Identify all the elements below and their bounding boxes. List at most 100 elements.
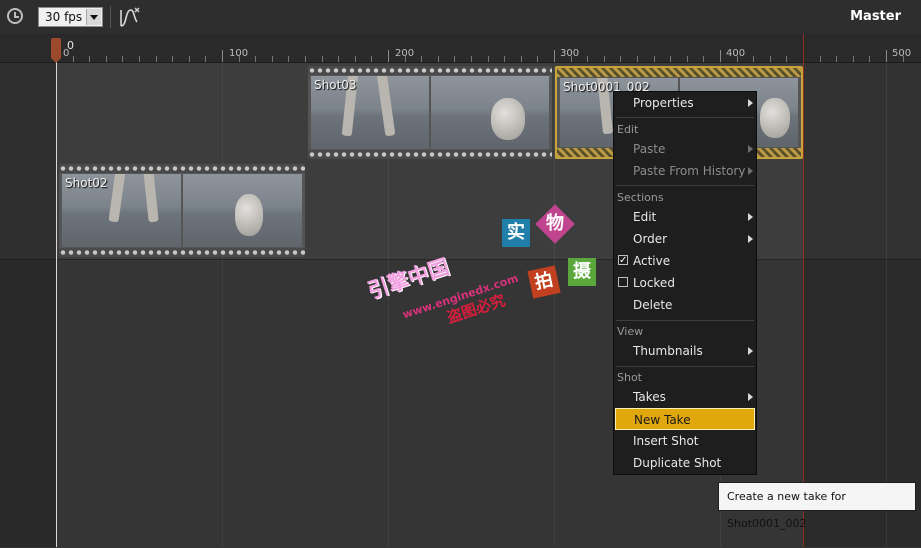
submenu-arrow-icon: [748, 235, 753, 243]
context-menu: Properties Edit Paste Paste From History…: [613, 91, 757, 475]
ruler-tick: [720, 50, 721, 62]
submenu-arrow-icon: [748, 347, 753, 355]
grid-line: [886, 63, 887, 547]
shot-section[interactable]: Shot02: [59, 164, 305, 257]
menu-item-active[interactable]: ✓ Active: [615, 250, 755, 272]
ruler-tick: [737, 56, 738, 62]
ruler-tick: [654, 56, 655, 62]
ruler-tick: [122, 56, 123, 62]
menu-item-properties[interactable]: Properties: [615, 92, 755, 114]
ruler-tick: [172, 56, 173, 62]
film-perforation: [59, 164, 305, 173]
ruler-tick: [504, 56, 505, 62]
watermark-char: 拍: [527, 265, 561, 299]
ruler-tick: [222, 50, 223, 62]
shot-thumbnail: [431, 76, 549, 149]
menu-section-header: Shot: [617, 371, 642, 384]
ruler-tick: [620, 56, 621, 62]
shot-section[interactable]: Shot03: [308, 66, 552, 159]
fps-dropdown[interactable]: 30 fps: [38, 7, 103, 27]
ruler-tick: [869, 56, 870, 62]
menu-item-edit[interactable]: Edit: [615, 206, 755, 228]
menu-separator: [616, 117, 754, 118]
grid-line: [222, 63, 223, 547]
ruler-tick: [438, 56, 439, 62]
shot-name: Shot03: [314, 78, 357, 92]
ruler-tick: [288, 56, 289, 62]
menu-item-new-take[interactable]: New Take: [615, 408, 755, 430]
checkbox-checked-icon: ✓: [618, 255, 628, 266]
menu-item-thumbnails[interactable]: Thumbnails: [615, 340, 755, 362]
menu-item-insert-shot[interactable]: Insert Shot: [615, 430, 755, 452]
sequencer-toolbar: 30 fps Master: [0, 0, 921, 35]
playhead-handle[interactable]: [51, 38, 61, 63]
ruler-tick: [272, 56, 273, 62]
menu-item-duplicate-shot[interactable]: Duplicate Shot: [615, 452, 755, 474]
ruler-tick: [853, 56, 854, 62]
ruler-tick: [703, 56, 704, 62]
ruler-tick: [454, 56, 455, 62]
fps-value: 30 fps: [45, 10, 83, 24]
clock-icon[interactable]: [7, 8, 23, 24]
menu-item-order[interactable]: Order: [615, 228, 755, 250]
ruler-tick: [189, 56, 190, 62]
ruler-tick: [322, 56, 323, 62]
ruler-tick: [571, 56, 572, 62]
tooltip: Create a new take for Shot0001_002: [718, 482, 916, 530]
ruler-tick: [670, 56, 671, 62]
submenu-arrow-icon: [748, 99, 753, 107]
curve-editor-icon[interactable]: [118, 6, 142, 28]
chevron-down-icon: [86, 9, 101, 25]
ruler-tick: [106, 56, 107, 62]
time-ruler[interactable]: 0 100 200 300 400 500: [0, 34, 921, 63]
film-perforation: [59, 248, 305, 257]
ruler-tick: [753, 56, 754, 62]
watermark-char: 摄: [568, 258, 596, 286]
menu-separator: [616, 185, 754, 186]
menu-item-paste[interactable]: Paste: [615, 138, 755, 160]
shot-thumbnail: [183, 174, 302, 247]
menu-section-header: View: [617, 325, 644, 338]
film-perforation: [308, 150, 552, 159]
menu-item-paste-from-history[interactable]: Paste From History: [615, 160, 755, 182]
ruler-tick: [836, 56, 837, 62]
playhead-time: 0: [67, 39, 74, 52]
ruler-tick: [537, 56, 538, 62]
ruler-label: 500: [892, 48, 912, 59]
ruler-tick: [786, 56, 787, 62]
menu-section-header: Sections: [617, 191, 664, 204]
ruler-tick: [405, 56, 406, 62]
ruler-label: 300: [560, 48, 580, 59]
pre-range-shade: [0, 63, 56, 547]
menu-section-header: Edit: [617, 123, 639, 136]
film-perforation: [308, 66, 552, 75]
menu-separator: [616, 320, 754, 321]
ruler-tick: [355, 56, 356, 62]
menu-item-takes[interactable]: Takes: [615, 386, 755, 408]
toolbar-separator: [110, 6, 111, 28]
checkbox-unchecked-icon: [618, 277, 628, 287]
ruler-tick: [488, 56, 489, 62]
menu-item-delete[interactable]: Delete: [615, 294, 755, 316]
submenu-arrow-icon: [748, 213, 753, 221]
submenu-arrow-icon: [748, 393, 753, 401]
ruler-tick: [820, 56, 821, 62]
ruler-tick: [388, 50, 389, 62]
ruler-tick: [371, 56, 372, 62]
ruler-tick: [239, 56, 240, 62]
ruler-label: 400: [726, 48, 746, 59]
ruler-tick: [587, 56, 588, 62]
ruler-tick: [903, 56, 904, 62]
ruler-tick: [421, 56, 422, 62]
ruler-tick: [554, 50, 555, 62]
playback-end-line[interactable]: [803, 34, 804, 547]
ruler-tick: [156, 56, 157, 62]
post-range-shade: [803, 63, 921, 547]
ruler-tick: [139, 56, 140, 62]
ruler-tick: [255, 56, 256, 62]
menu-item-locked[interactable]: Locked: [615, 272, 755, 294]
ruler-tick: [637, 56, 638, 62]
ruler-tick: [205, 56, 206, 62]
playback-start-line: [56, 62, 57, 547]
ruler-tick: [687, 56, 688, 62]
